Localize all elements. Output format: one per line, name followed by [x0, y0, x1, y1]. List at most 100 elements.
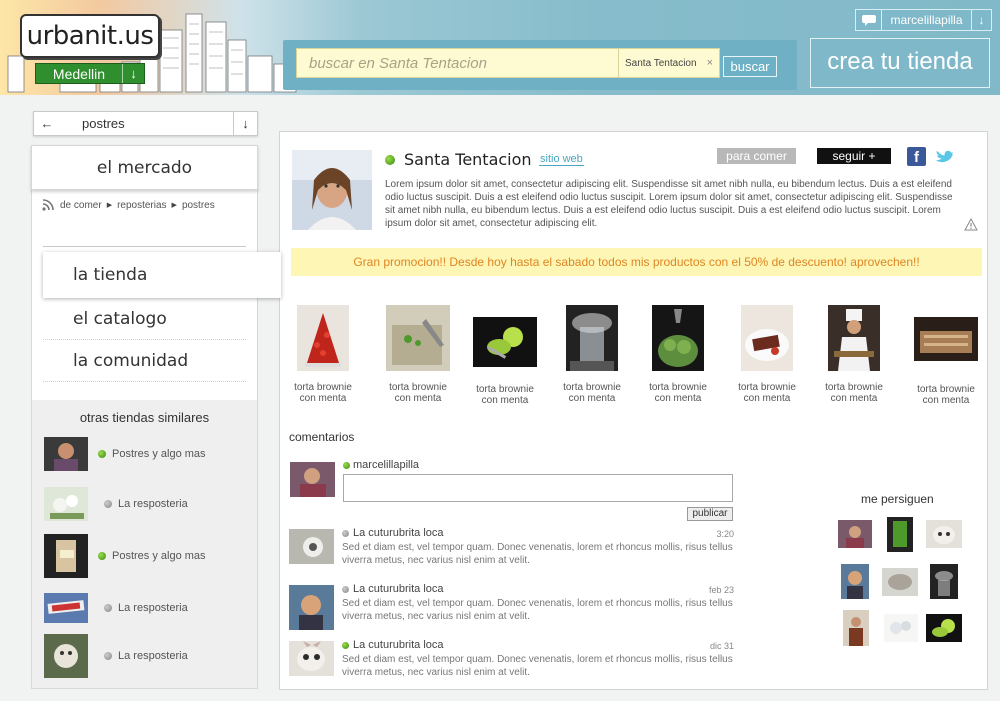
promo-banner: Gran promocion!! Desde hoy hasta el saba… [291, 248, 982, 276]
product-name: torta brownie con menta [476, 384, 534, 406]
list-item[interactable]: Postres y algo mas [44, 534, 206, 578]
avatar[interactable] [289, 529, 334, 564]
category-selector[interactable]: ← postres ↓ [33, 111, 258, 136]
store-description: Lorem ipsum dolor sit amet, consectetur … [385, 179, 953, 229]
warning-icon[interactable] [964, 218, 978, 231]
publish-button[interactable]: publicar [687, 507, 733, 521]
user-name: marcelillapilla [890, 13, 963, 27]
status-online-icon [342, 641, 349, 649]
sidebar-item-catalogo[interactable]: el catalogo [43, 298, 246, 340]
rss-icon [42, 199, 54, 211]
store-thumbnail [44, 593, 88, 623]
list-item[interactable]: La resposteria [44, 591, 188, 625]
store-thumbnail [44, 437, 88, 471]
comment-time: dic 31 [709, 641, 734, 651]
divider [43, 246, 246, 247]
comment-input[interactable] [343, 474, 733, 502]
site-logo[interactable]: urbanit.us [20, 14, 160, 58]
chat-bubble-icon[interactable] [856, 10, 882, 30]
search-button[interactable]: buscar [723, 56, 777, 77]
store-name: Santa Tentacion [404, 150, 532, 169]
list-item[interactable]: La resposteria [44, 634, 188, 678]
store-name: La resposteria [118, 498, 188, 510]
product-name: torta brownie con menta [649, 382, 707, 404]
product-card[interactable]: torta brownie con menta [465, 305, 545, 406]
comment-author[interactable]: La cuturubrita loca [342, 583, 444, 595]
sidebar-item-mercado[interactable]: el mercado [31, 145, 258, 190]
triangle-right-icon: ▶ [106, 202, 113, 209]
breadcrumb-item[interactable]: postres [182, 200, 215, 211]
follower-avatar[interactable] [887, 517, 913, 552]
sidebar-item-comunidad[interactable]: la comunidad [43, 340, 246, 382]
facebook-icon[interactable]: f [907, 147, 926, 166]
store-avatar[interactable] [292, 150, 372, 230]
product-image [473, 317, 537, 367]
store-thumbnail [44, 487, 88, 521]
city-label: Medellin [52, 65, 106, 82]
product-card[interactable]: torta brownie con menta [638, 305, 718, 404]
follow-button[interactable]: seguir + [817, 148, 891, 164]
product-card[interactable]: torta brownie con menta [552, 305, 632, 404]
comments-title: comentarios [289, 430, 355, 444]
arrow-down-icon: ↓ [122, 64, 144, 83]
status-online-icon [343, 461, 350, 469]
follower-avatar[interactable] [838, 520, 872, 548]
product-card[interactable]: torta brownie con menta [727, 305, 807, 404]
similar-stores-title: otras tiendas similares [79, 410, 210, 425]
category-tag-button[interactable]: para comer [717, 148, 796, 164]
website-link[interactable]: sitio web [539, 153, 584, 166]
status-offline-icon [104, 500, 112, 508]
product-card[interactable]: torta brownie con menta [814, 305, 894, 404]
status-offline-icon [342, 529, 349, 537]
user-name: marcelillapilla [353, 459, 420, 471]
product-name: torta brownie con menta [917, 384, 975, 406]
search-input[interactable]: buscar en Santa Tentacion Santa Tentacio… [296, 48, 720, 78]
follower-avatar[interactable] [926, 520, 962, 548]
followers-title: me persiguen [861, 492, 934, 506]
follower-avatar[interactable] [926, 614, 962, 642]
arrow-down-icon[interactable]: ↓ [233, 112, 257, 135]
user-menu[interactable]: marcelillapilla ↓ [855, 9, 992, 31]
category-label: postres [82, 116, 125, 131]
create-store-button[interactable]: crea tu tienda [810, 38, 990, 88]
avatar[interactable] [290, 462, 335, 497]
breadcrumb: de comer ▶ reposterias ▶ postres [42, 199, 215, 211]
breadcrumb-item[interactable]: de comer [60, 200, 102, 211]
arrow-down-icon: ↓ [971, 10, 991, 30]
close-icon[interactable]: × [707, 57, 713, 69]
follower-avatar[interactable] [841, 564, 869, 599]
follower-avatar[interactable] [882, 568, 918, 596]
comment-time: 3:20 [716, 529, 734, 539]
list-item[interactable]: La resposteria [44, 487, 188, 521]
product-image [386, 305, 450, 371]
sidebar-item-tienda[interactable]: la tienda [43, 252, 281, 298]
avatar[interactable] [289, 585, 334, 630]
arrow-left-icon[interactable]: ← [34, 116, 60, 131]
search-scope-label: Santa Tentacion [625, 57, 697, 69]
product-card[interactable]: torta brownie con menta [906, 305, 986, 406]
follower-avatar[interactable] [884, 614, 918, 642]
product-image [297, 305, 349, 371]
product-name: torta brownie con menta [389, 382, 447, 404]
store-title: Santa Tentacion [385, 150, 532, 169]
product-card[interactable]: torta brownie con menta [283, 305, 363, 404]
comment-author[interactable]: La cuturubrita loca [342, 527, 444, 539]
comment-text: Sed et diam est, vel tempor quam. Donec … [342, 542, 733, 566]
follower-avatar[interactable] [843, 610, 869, 646]
store-name: Postres y algo mas [112, 550, 206, 562]
breadcrumb-item[interactable]: reposterias [117, 200, 166, 211]
city-selector[interactable]: Medellin ↓ [35, 63, 145, 84]
list-item[interactable]: Postres y algo mas [44, 437, 206, 471]
avatar[interactable] [289, 641, 334, 676]
product-name: torta brownie con menta [563, 382, 621, 404]
product-image [652, 305, 704, 371]
product-card[interactable]: torta brownie con menta [378, 305, 458, 404]
follower-avatar[interactable] [930, 564, 958, 599]
comment-text: Sed et diam est, vel tempor quam. Donec … [342, 654, 733, 678]
comment-time: feb 23 [708, 585, 734, 595]
twitter-icon[interactable] [934, 147, 953, 166]
status-offline-icon [342, 585, 349, 593]
comment-author[interactable]: La cuturubrita loca [342, 639, 444, 651]
status-online-icon [98, 450, 106, 458]
header-bar: urbanit.us Medellin ↓ buscar en Santa Te… [0, 0, 1000, 95]
